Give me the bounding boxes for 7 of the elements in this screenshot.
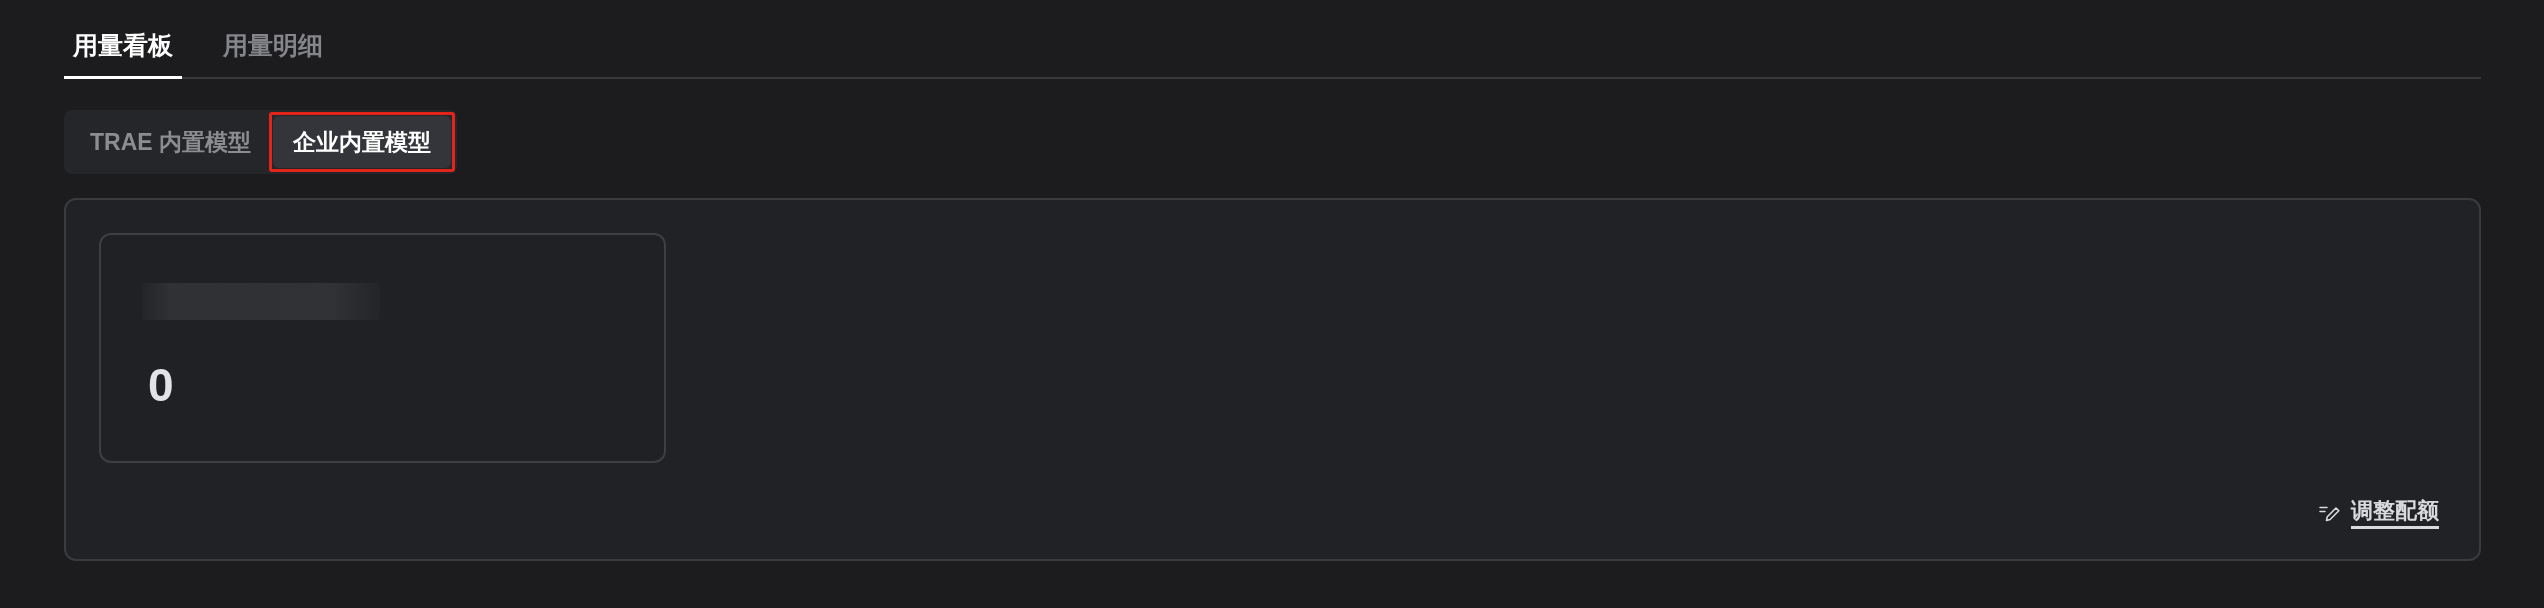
- tab[interactable]: 用量明细: [214, 28, 332, 79]
- stat-value: 0: [148, 358, 174, 413]
- adjust-quota-link[interactable]: 调整配额: [2351, 498, 2439, 529]
- edit-icon: [2319, 505, 2341, 522]
- tab[interactable]: 用量看板: [64, 28, 182, 79]
- segment-tab[interactable]: TRAE 内置模型: [70, 116, 271, 168]
- segment-tab[interactable]: 企业内置模型: [273, 116, 451, 168]
